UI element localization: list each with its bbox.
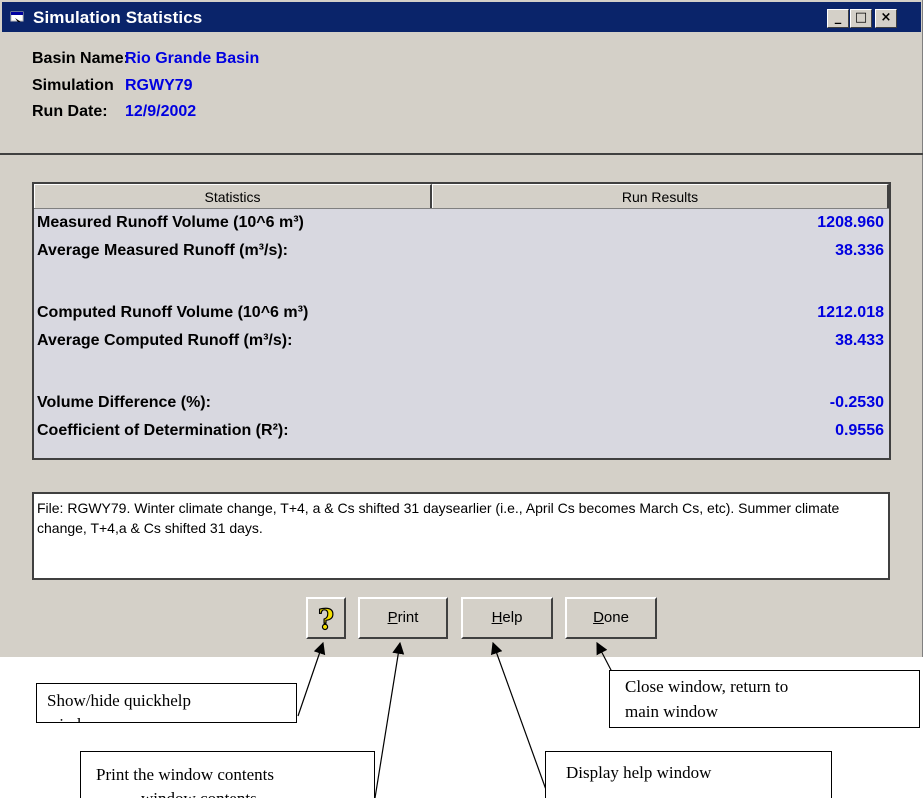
- callout-help: Display help window: [545, 751, 832, 798]
- callout-quickhelp-line1: Show/hide quickhelp: [47, 691, 192, 710]
- help-arrow: [491, 641, 550, 798]
- print-arrow: [374, 641, 405, 798]
- callout-print-line1: Print the window contents: [96, 765, 275, 784]
- callout-quickhelp-line2: window: [47, 715, 296, 722]
- callout-close-line2: main window: [625, 702, 719, 721]
- callout-close: Close window, return to main window: [609, 670, 920, 728]
- quickhelp-arrow: [297, 641, 326, 717]
- callout-help-line1: Display help window: [566, 763, 712, 782]
- callout-close-line1: Close window, return to: [625, 677, 789, 696]
- callout-quickhelp: Show/hide quickhelp window: [36, 683, 297, 723]
- callout-print-line2: window contents: [96, 787, 374, 798]
- callout-print: Print the window contents window content…: [80, 751, 375, 798]
